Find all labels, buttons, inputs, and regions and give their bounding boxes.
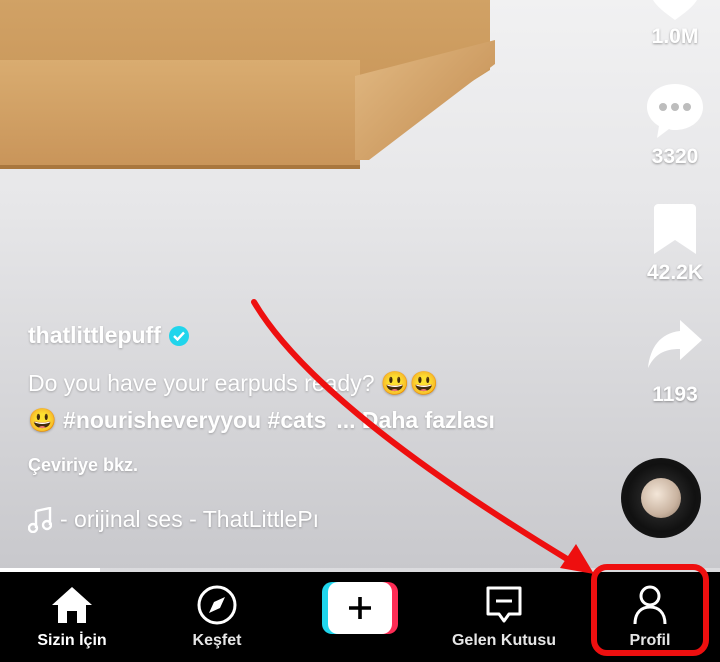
bookmark-count: 42.2K — [646, 261, 704, 284]
like-count: 1.0M — [651, 25, 699, 48]
plus-icon — [349, 597, 371, 619]
post-description-line1: Do you have your earpuds ready? 😃😃 — [28, 370, 439, 396]
nav-discover[interactable]: Keşfet — [167, 572, 267, 662]
nav-inbox[interactable]: Gelen Kutusu — [444, 572, 564, 662]
wooden-stand-face — [0, 60, 360, 169]
post-hashtags[interactable]: #nourisheveryyou #cats — [63, 407, 326, 433]
description-emoji: 😃 — [28, 407, 57, 433]
annotation-highlight-box — [591, 564, 709, 656]
nav-home-label: Sizin İçin — [37, 632, 107, 649]
username-text: thatlittlepuff — [28, 322, 161, 348]
home-icon — [52, 587, 92, 623]
create-button[interactable] — [322, 582, 398, 634]
comment-count: 3320 — [651, 145, 699, 168]
like-button[interactable]: 1.0M — [630, 0, 720, 49]
bookmark-button[interactable]: 42.2K — [630, 202, 720, 285]
share-button[interactable]: 1193 — [630, 318, 720, 407]
music-cover-image — [641, 478, 681, 518]
heart-icon — [653, 0, 697, 20]
comment-button[interactable]: 3320 — [630, 82, 720, 169]
verified-badge-icon — [168, 325, 189, 346]
music-title: - orijinal ses - ThatLittlePı — [60, 506, 320, 532]
music-disc[interactable] — [621, 458, 701, 538]
more-link[interactable]: ... Daha fazlası — [336, 407, 495, 433]
post-description-line2: 😃 #nourisheveryyou #cats ... Daha fazlası — [28, 407, 495, 434]
comment-icon — [647, 84, 703, 138]
share-icon — [648, 320, 702, 368]
music-note-icon — [28, 506, 52, 533]
compass-icon — [197, 585, 237, 625]
video-player[interactable] — [0, 0, 720, 572]
inbox-icon — [486, 586, 522, 623]
bookmark-icon — [654, 204, 696, 254]
nav-inbox-label: Gelen Kutusu — [451, 632, 556, 649]
share-count: 1193 — [652, 383, 698, 406]
nav-home[interactable]: Sizin İçin — [22, 572, 122, 662]
post-username[interactable]: thatlittlepuff — [28, 322, 189, 349]
nav-discover-label: Keşfet — [192, 632, 242, 649]
translate-link[interactable]: Çeviriye bkz. — [28, 455, 138, 476]
music-info[interactable]: - orijinal ses - ThatLittlePı — [28, 506, 319, 533]
